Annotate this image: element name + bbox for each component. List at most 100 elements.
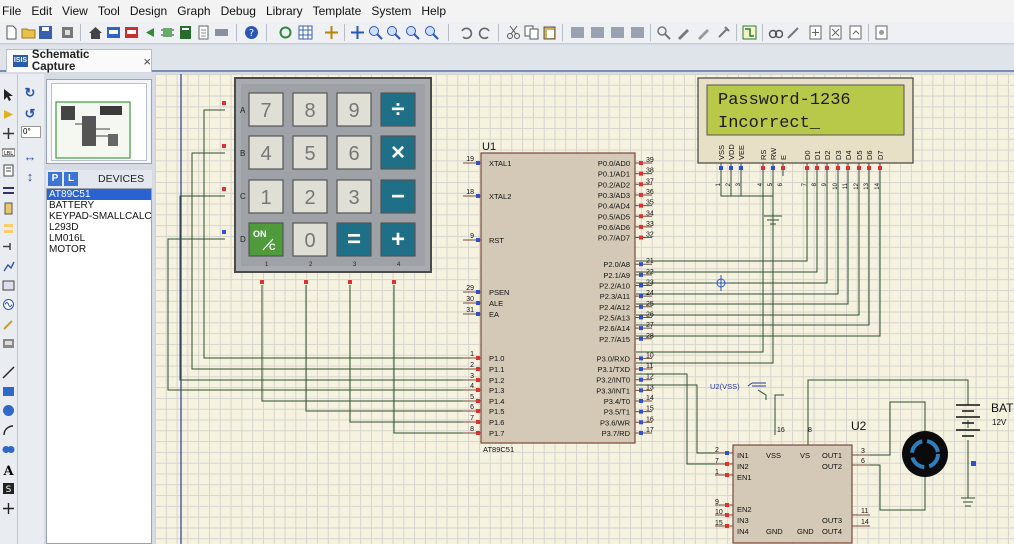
zoom-area-icon[interactable] [424,25,439,40]
library-manager-button[interactable]: L [64,172,78,186]
keypad-key[interactable]: 0 [292,222,328,257]
tape-recorder-icon[interactable] [2,279,15,292]
battery-component[interactable]: BAT 12V [956,401,1014,466]
copy-icon[interactable] [524,25,539,40]
menu-file[interactable]: File [0,4,28,18]
virtual-instruments-icon[interactable] [2,337,15,350]
close-tab-icon[interactable]: × [143,54,151,69]
keypad-key[interactable]: 4 [248,135,284,170]
pick-devices-button[interactable]: P [48,172,62,186]
component-mode-icon[interactable] [2,108,15,121]
keypad-key[interactable]: ÷ [380,92,416,127]
keypad-key[interactable]: 9 [336,92,372,127]
block-delete-icon[interactable] [630,25,645,40]
box-2d-icon[interactable] [2,385,15,398]
keypad-key[interactable]: 1 [248,179,284,214]
l293d-component[interactable]: U2(VSS) 16 8 U2 IN1 IN2 EN1 VSS VS OUT1 … [710,382,870,544]
path-2d-icon[interactable] [2,443,15,456]
menu-design[interactable]: Design [127,4,174,18]
line-2d-icon[interactable] [2,366,15,379]
zoom-out-icon[interactable] [386,25,401,40]
device-item-at89c51[interactable]: AT89C51 [47,189,151,200]
device-item-l293d[interactable]: L293D [47,222,151,233]
device-item-motor[interactable]: MOTOR [47,244,151,255]
keypad-key[interactable]: 7 [248,92,284,127]
graph-mode-icon[interactable] [2,260,15,273]
property-assign-icon[interactable] [786,25,801,40]
symbol-2d-icon[interactable]: S [2,482,15,495]
pcb-ares-icon[interactable] [124,25,139,40]
paste-icon[interactable] [542,25,557,40]
block-copy-icon[interactable] [570,25,585,40]
menu-library[interactable]: Library [263,4,310,18]
origin-icon[interactable] [324,25,339,40]
tab-schematic-capture[interactable]: ISIS Schematic Capture × [6,49,152,73]
packaging-tool-icon[interactable] [696,25,711,40]
rotate-anticlockwise-icon[interactable]: ↺ [23,107,37,121]
bus-mode-icon[interactable] [2,184,15,197]
exit-to-parent-icon[interactable] [848,25,863,40]
schematic-isis-icon[interactable] [106,25,121,40]
wire-label-icon[interactable]: LBL [2,146,15,159]
menu-tool[interactable]: Tool [95,4,127,18]
rotate-clockwise-icon[interactable]: ↻ [23,86,37,100]
cut-icon[interactable] [506,25,521,40]
menu-view[interactable]: View [59,4,95,18]
zoom-all-icon[interactable] [405,25,420,40]
keypad-key[interactable]: 5 [292,135,328,170]
menu-graph[interactable]: Graph [174,4,217,18]
text-script-icon[interactable] [2,164,15,177]
undo-icon[interactable] [458,25,473,40]
selection-mode-icon[interactable] [2,88,15,101]
block-rotate-icon[interactable] [610,25,625,40]
terminal-icon[interactable] [2,222,15,235]
wire-autorouter-icon[interactable] [742,25,757,40]
voltage-probe-icon[interactable] [2,318,15,331]
zoom-in-icon[interactable] [368,25,383,40]
keypad-key[interactable]: ONC [248,222,284,257]
design-explorer-icon[interactable] [874,25,889,40]
device-item-lm016l[interactable]: LM016L [47,233,151,244]
device-item-battery[interactable]: BATTERY [47,200,151,211]
refresh-icon[interactable] [278,25,293,40]
device-pin-icon[interactable] [2,240,15,253]
menu-template[interactable]: Template [310,4,369,18]
subcircuit-icon[interactable] [2,202,15,215]
rotation-angle-field[interactable]: 0° [21,126,41,138]
menu-edit[interactable]: Edit [28,4,59,18]
decompose-icon[interactable] [716,25,731,40]
back-icon[interactable] [142,25,157,40]
import-icon[interactable] [60,25,75,40]
search-tag-icon[interactable] [768,25,783,40]
new-file-icon[interactable] [4,25,19,40]
junction-mode-icon[interactable] [2,127,15,140]
block-move-icon[interactable] [590,25,605,40]
keypad-key[interactable]: + [380,222,416,257]
at89c51-component[interactable]: U1 AT89C51 19 XTAL118 XTAL29 RST29 PSEN30 ALE… [463,141,654,454]
component-icon[interactable] [160,25,175,40]
mirror-vertical-icon[interactable]: ↕ [23,170,37,184]
bom-icon[interactable] [178,25,193,40]
circle-2d-icon[interactable] [2,404,15,417]
marker-2d-icon[interactable] [2,502,15,515]
keypad-key[interactable]: 2 [292,179,328,214]
make-device-icon[interactable] [676,25,691,40]
home-icon[interactable] [88,25,103,40]
text-2d-icon[interactable]: A [2,463,15,476]
menu-system[interactable]: System [368,4,418,18]
keypad-key[interactable]: 6 [336,135,372,170]
keypad-key[interactable]: × [380,135,416,170]
remove-sheet-icon[interactable] [828,25,843,40]
keypad-key[interactable]: − [380,179,416,214]
help-icon[interactable]: ? [244,25,259,40]
overview-window[interactable] [46,79,152,164]
pcb-layout-icon[interactable] [214,25,229,40]
menu-debug[interactable]: Debug [218,4,263,18]
new-sheet-icon[interactable] [808,25,823,40]
mirror-horizontal-icon[interactable]: ↔ [23,150,37,164]
keypad-key[interactable]: 8 [292,92,328,127]
grid-toggle-icon[interactable] [298,25,313,40]
motor-component[interactable] [902,431,948,477]
redo-icon[interactable] [478,25,493,40]
save-icon[interactable] [38,25,53,40]
